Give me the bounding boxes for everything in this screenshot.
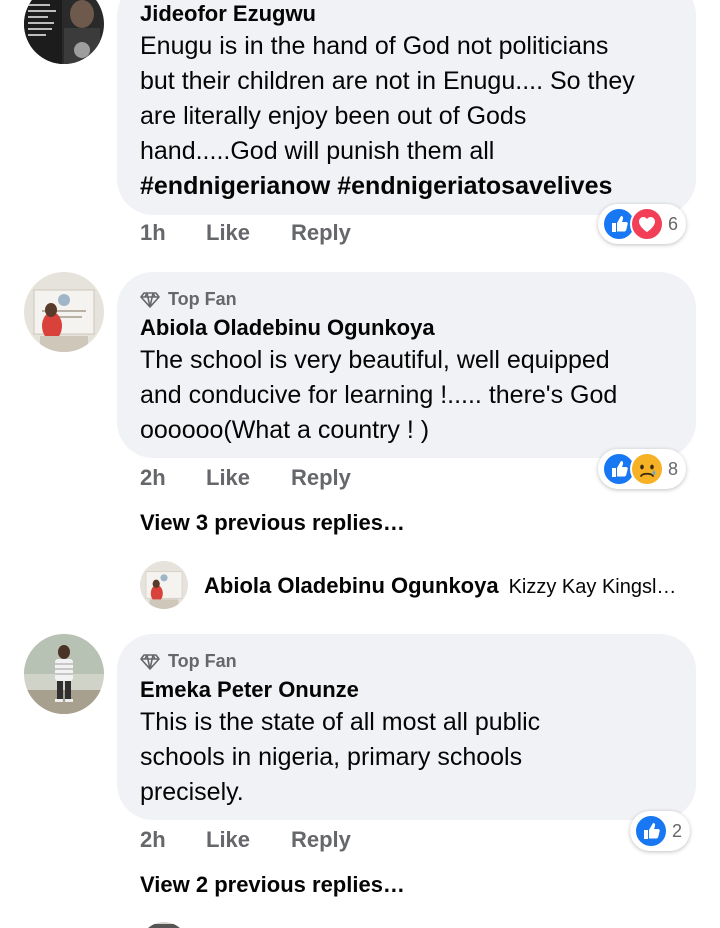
- top-fan-badge: Top Fan: [140, 289, 237, 310]
- reactions-summary[interactable]: 8: [598, 449, 687, 489]
- reply-author[interactable]: Abiola Oladebinu Ogunkoya: [204, 573, 499, 599]
- comment-time[interactable]: 2h: [140, 465, 166, 491]
- comment-text: The school is very beautiful, well equip…: [140, 343, 690, 448]
- diamond-icon: [140, 653, 160, 670]
- comment-text-line: precisely.: [140, 778, 244, 806]
- comment-text-line: but their children are not in Enugu.... …: [140, 67, 635, 95]
- reaction-count: 6: [668, 213, 679, 234]
- top-fan-badge: Top Fan: [140, 651, 237, 672]
- reaction-count: 8: [668, 458, 679, 479]
- comment-text-line: The school is very beautiful, well equip…: [140, 346, 610, 374]
- like-button[interactable]: Like: [206, 827, 250, 853]
- like-button[interactable]: Like: [206, 220, 250, 246]
- comment-text: This is the state of all most all public…: [140, 705, 690, 810]
- hashtags[interactable]: #endnigerianow #endnigeriatosavelives: [140, 169, 690, 204]
- comment-text: Enugu is in the hand of God not politici…: [140, 29, 690, 204]
- avatar[interactable]: [140, 922, 188, 928]
- comment-time[interactable]: 1h: [140, 220, 166, 246]
- reactions-summary[interactable]: 2: [630, 811, 691, 851]
- top-fan-label: Top Fan: [168, 289, 237, 309]
- like-button[interactable]: Like: [206, 465, 250, 491]
- comment-author[interactable]: Emeka Peter Onunze: [140, 677, 359, 703]
- reaction-count: 2: [672, 820, 683, 841]
- reply-button[interactable]: Reply: [291, 220, 351, 246]
- sad-face-icon: [630, 452, 664, 486]
- top-fan-label: Top Fan: [168, 651, 237, 671]
- avatar[interactable]: [24, 634, 104, 714]
- comment-text-line: oooooo(What a country ! ): [140, 416, 430, 444]
- reply-button[interactable]: Reply: [291, 465, 351, 491]
- comment-time[interactable]: 2h: [140, 827, 166, 853]
- comment-author[interactable]: Abiola Oladebinu Ogunkoya: [140, 315, 435, 341]
- comment-author[interactable]: Jideofor Ezugwu: [140, 1, 316, 27]
- comment-text-line: hand.....God will punish them all: [140, 137, 495, 165]
- reply-text: Kizzy Kay Kingsl…: [508, 576, 677, 598]
- comment-text-line: This is the state of all most all public: [140, 708, 541, 736]
- diamond-icon: [140, 291, 160, 308]
- view-previous-replies[interactable]: View 2 previous replies…: [140, 872, 405, 898]
- comment-text-line: and conducive for learning !..... there'…: [140, 381, 618, 409]
- reply-button[interactable]: Reply: [291, 827, 351, 853]
- avatar[interactable]: [140, 561, 188, 609]
- comment-text-line: are literally enjoy been out of Gods: [140, 102, 527, 130]
- view-previous-replies[interactable]: View 3 previous replies…: [140, 510, 405, 536]
- comment-text-line: schools in nigeria, primary schools: [140, 743, 523, 771]
- avatar[interactable]: [24, 272, 104, 352]
- comment-text-line: Enugu is in the hand of God not politici…: [140, 32, 609, 60]
- thumbs-up-icon: [634, 814, 668, 848]
- reply-preview[interactable]: Abiola Oladebinu Ogunkoya Kizzy Kay King…: [204, 573, 676, 599]
- reactions-summary[interactable]: 6: [598, 204, 687, 244]
- avatar[interactable]: [24, 0, 104, 64]
- heart-icon: [630, 207, 664, 241]
